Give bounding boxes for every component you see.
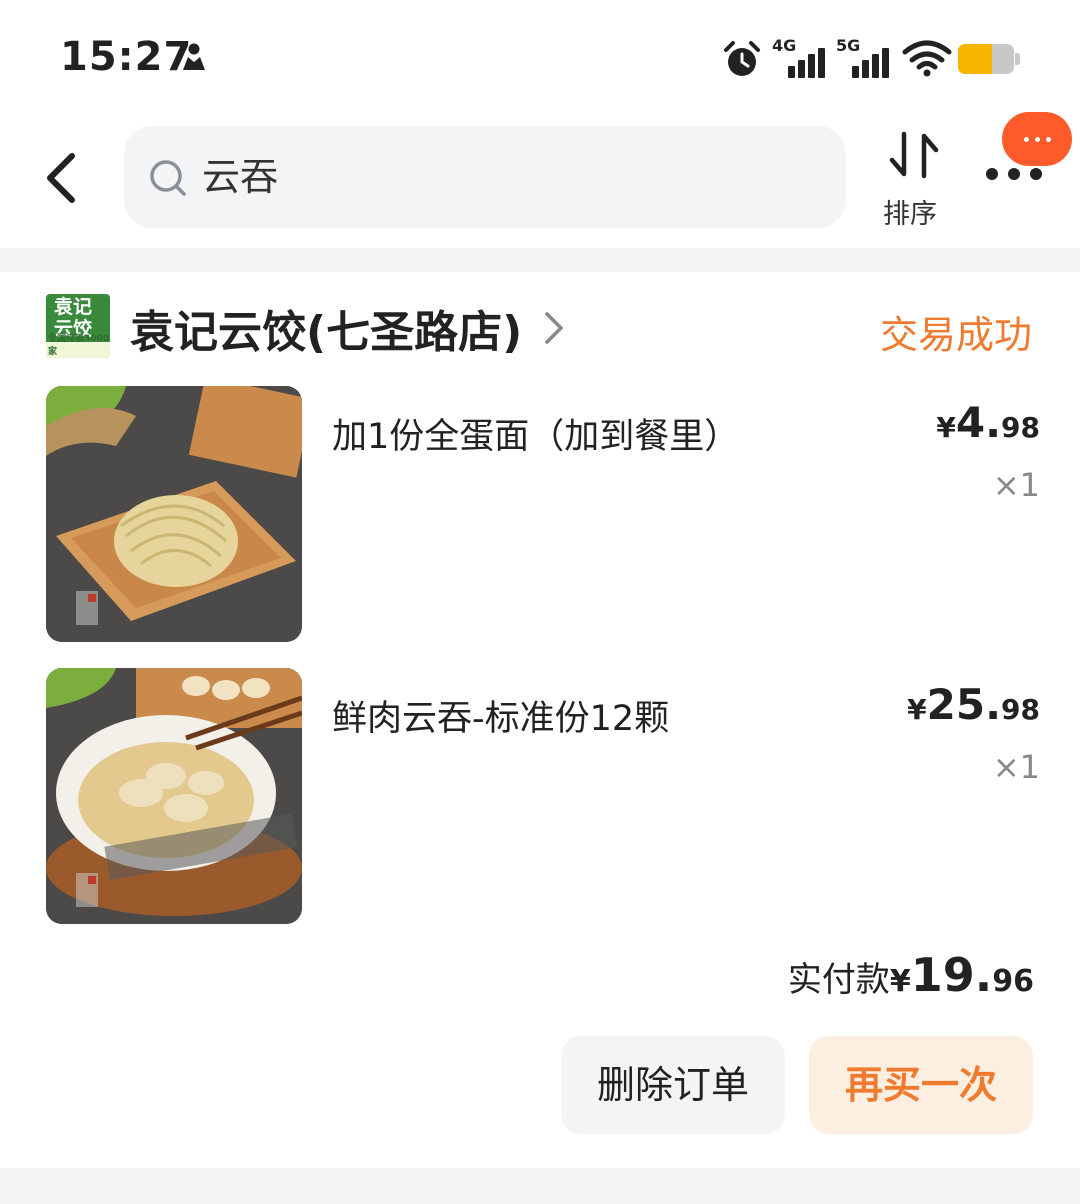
price-currency: ¥ <box>936 411 956 444</box>
price-currency: ¥ <box>907 693 927 726</box>
product-image-noodles[interactable] <box>46 386 302 642</box>
price-integer: 25. <box>926 680 1002 729</box>
item-price: ¥25.98 <box>907 680 1040 729</box>
person-icon <box>183 43 205 70</box>
alarm-icon <box>724 41 760 76</box>
sort-icon <box>889 131 939 179</box>
floating-more-icon[interactable] <box>1002 112 1072 166</box>
item-name: 鲜肉云吞-标准份12颗 <box>332 699 670 739</box>
total-decimal: 96 <box>992 964 1034 999</box>
order-status: 交易成功 <box>879 313 1032 357</box>
sort-button[interactable]: 排序 <box>880 128 946 230</box>
section-divider <box>0 248 1080 272</box>
signal-label-5g: 5G <box>836 36 861 55</box>
status-bar: 15:27 4G 5G <box>0 0 1080 110</box>
price-decimal: 98 <box>1001 693 1040 726</box>
sort-label: 排序 <box>883 199 937 230</box>
item-quantity: ×1 <box>992 748 1040 786</box>
section-divider <box>0 1168 1080 1204</box>
search-query: 云吞 <box>202 155 279 199</box>
item-price: ¥4.98 <box>936 398 1040 447</box>
order-item[interactable]: 加1份全蛋面（加到餐里） ¥4.98 ×1 <box>0 386 1080 644</box>
total-label: 实付款 <box>787 960 890 1000</box>
order-item[interactable]: 鲜肉云吞-标准份12颗 ¥25.98 ×1 <box>0 668 1080 926</box>
search-icon <box>150 160 186 196</box>
store-logo-band-text: 全国连锁3000家 <box>48 334 110 357</box>
store-row[interactable]: 袁记云饺 全国连锁3000家 袁记云饺(七圣路店) 交易成功 <box>0 290 1080 364</box>
item-quantity: ×1 <box>992 466 1040 504</box>
signal-icon-4g: 4G <box>772 36 828 78</box>
store-name[interactable]: 袁记云饺(七圣路店) <box>130 296 522 360</box>
price-integer: 4. <box>955 398 1002 447</box>
chevron-right-icon <box>545 312 563 344</box>
search-input[interactable]: 云吞 <box>124 126 846 228</box>
product-image-wontons[interactable] <box>46 668 302 924</box>
signal-label-4g: 4G <box>772 36 797 55</box>
buy-again-button[interactable]: 再买一次 <box>809 1036 1033 1134</box>
status-time: 15:27 <box>60 34 193 80</box>
battery-icon <box>958 44 1020 74</box>
store-logo: 袁记云饺 全国连锁3000家 <box>46 294 110 358</box>
total-integer: 19. <box>910 948 993 1002</box>
wifi-icon <box>902 40 952 77</box>
top-bar: 云吞 排序 <box>0 110 1080 248</box>
signal-icon-5g: 5G <box>836 36 892 78</box>
total-paid: 实付款¥19.96 <box>788 948 1034 1002</box>
total-currency: ¥ <box>889 964 911 999</box>
back-icon[interactable] <box>40 150 84 206</box>
item-name: 加1份全蛋面（加到餐里） <box>332 417 740 457</box>
price-decimal: 98 <box>1001 411 1040 444</box>
delete-order-button[interactable]: 删除订单 <box>561 1036 785 1134</box>
